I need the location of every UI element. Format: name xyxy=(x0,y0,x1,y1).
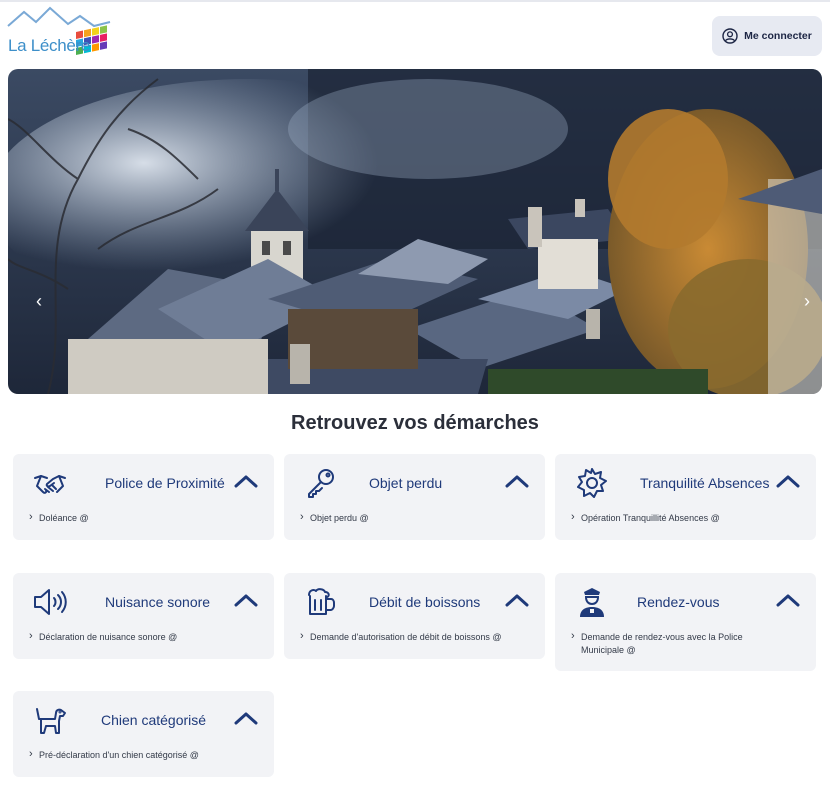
logo-text: La Léchère xyxy=(8,36,91,55)
chevron-up-icon[interactable] xyxy=(776,474,800,488)
key-icon xyxy=(308,469,334,498)
card-title: Rendez-vous xyxy=(637,594,720,610)
card-title: Nuisance sonore xyxy=(105,594,211,610)
chevron-up-icon[interactable] xyxy=(505,474,529,488)
beer-mug-icon xyxy=(308,588,335,615)
hero-carousel[interactable]: ‹ › xyxy=(8,69,822,394)
card-rendez-vous[interactable]: Rendez-vous Demande de rendez-vous avec … xyxy=(555,573,816,671)
speaker-icon xyxy=(34,589,67,615)
login-button-label: Me connecter xyxy=(744,30,812,42)
card-title: Débit de boissons xyxy=(369,594,481,610)
card-police-proximite[interactable]: Police de Proximité Doléance @ xyxy=(13,454,274,540)
card-link[interactable]: Déclaration de nuisance sonore @ xyxy=(29,630,261,644)
chevron-up-icon[interactable] xyxy=(505,593,529,607)
site-logo[interactable]: La Léchère xyxy=(6,4,114,64)
hero-village-photo xyxy=(8,69,822,394)
card-debit-boissons[interactable]: Débit de boissons Demande d'autorisation… xyxy=(284,573,545,659)
carousel-next-button[interactable]: › xyxy=(794,284,820,318)
card-title: Tranquilité Absences xyxy=(640,475,770,491)
card-tranquilite-absences[interactable]: Tranquilité Absences Opération Tranquill… xyxy=(555,454,816,540)
chevron-up-icon[interactable] xyxy=(234,593,258,607)
card-nuisance-sonore[interactable]: Nuisance sonore Déclaration de nuisance … xyxy=(13,573,274,659)
card-chien-categorise[interactable]: Chien catégorisé Pré-déclaration d'un ch… xyxy=(13,691,274,777)
card-link[interactable]: Demande d'autorisation de débit de boiss… xyxy=(300,630,532,644)
chevron-up-icon[interactable] xyxy=(234,474,258,488)
card-objet-perdu[interactable]: Objet perdu Objet perdu @ xyxy=(284,454,545,540)
carousel-prev-button[interactable]: ‹ xyxy=(26,284,52,318)
card-link[interactable]: Doléance @ xyxy=(29,511,261,525)
card-title: Objet perdu xyxy=(369,475,443,491)
badge-icon xyxy=(577,468,607,498)
dog-icon xyxy=(36,708,66,734)
handshake-icon xyxy=(34,475,66,494)
chevron-up-icon[interactable] xyxy=(234,711,258,725)
section-title: Retrouvez vos démarches xyxy=(291,412,539,434)
card-title: Chien catégorisé xyxy=(101,712,207,728)
top-border xyxy=(0,0,830,2)
police-officer-icon xyxy=(580,588,604,617)
user-circle-icon xyxy=(722,28,738,44)
card-link[interactable]: Opération Tranquillité Absences @ xyxy=(571,511,803,525)
card-link[interactable]: Demande de rendez-vous avec la Police Mu… xyxy=(571,630,771,657)
card-link[interactable]: Pré-déclaration d'un chien catégorisé @ xyxy=(29,748,261,762)
chevron-up-icon[interactable] xyxy=(776,593,800,607)
login-button[interactable]: Me connecter xyxy=(712,16,822,56)
card-title: Police de Proximité xyxy=(105,475,225,491)
card-link[interactable]: Objet perdu @ xyxy=(300,511,532,525)
